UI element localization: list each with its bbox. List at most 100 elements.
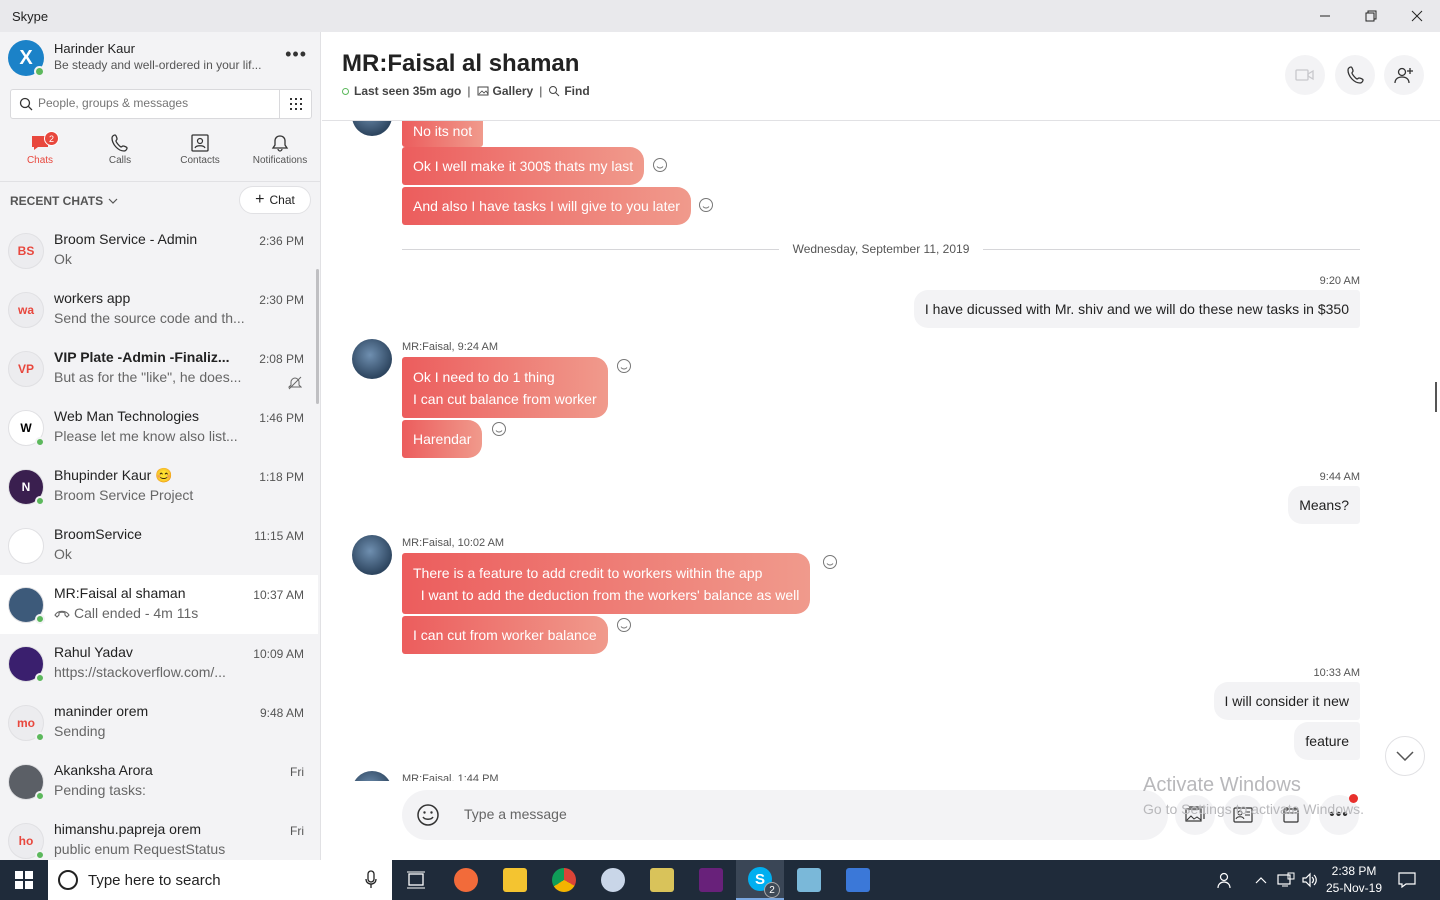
muted-bell-icon <box>288 376 302 390</box>
action-center-button[interactable] <box>1394 860 1420 900</box>
message-composer[interactable]: Type a message <box>402 790 1168 840</box>
close-button[interactable] <box>1394 0 1440 32</box>
chat-preview: Pending tasks: <box>54 782 264 798</box>
tab-chats-label: Chats <box>26 155 54 166</box>
profile-avatar[interactable]: X <box>8 40 45 77</box>
reaction-smiley-icon[interactable] <box>508 121 524 122</box>
message-bubble[interactable]: Ok I need to do 1 thing I can cut balanc… <box>402 357 608 418</box>
search-box[interactable] <box>10 89 312 119</box>
taskbar-app-paint[interactable] <box>589 860 637 900</box>
message-bubble[interactable]: Harendar <box>402 420 483 458</box>
tab-notifications[interactable]: Notifications <box>240 128 320 180</box>
gallery-link[interactable]: Gallery <box>493 84 534 98</box>
reaction-smiley-icon[interactable] <box>616 358 632 374</box>
message-text: feature <box>1305 733 1349 749</box>
recent-chats-header[interactable]: RECENT CHATS <box>10 194 118 208</box>
taskbar-app-tools[interactable] <box>638 860 686 900</box>
more-options-icon[interactable]: ••• <box>285 44 307 65</box>
chat-list-item[interactable]: VP VIP Plate -Admin -Finaliz... But as for… <box>0 339 318 398</box>
taskbar-app-postman[interactable] <box>442 860 490 900</box>
tools-icon <box>650 868 674 892</box>
minimize-button[interactable] <box>1302 0 1348 32</box>
chat-avatar: W <box>8 410 45 447</box>
chat-name: workers app <box>54 290 131 306</box>
sender-avatar[interactable] <box>352 121 392 136</box>
taskbar-app-explorer[interactable] <box>491 860 539 900</box>
maximize-button[interactable] <box>1348 0 1394 32</box>
chat-list-item[interactable]: BS Broom Service - Admin Ok 2:36 PM <box>0 221 318 280</box>
new-chat-button[interactable]: + Chat <box>239 186 311 214</box>
message-bubble[interactable]: No its not <box>402 121 484 147</box>
sender-avatar[interactable] <box>352 535 392 575</box>
network-icon[interactable] <box>1274 860 1298 900</box>
chat-time: 2:08 PM <box>259 352 304 366</box>
video-call-button[interactable] <box>1285 55 1325 95</box>
chat-preview: Ok <box>54 546 264 562</box>
show-hidden-icons-button[interactable] <box>1250 860 1272 900</box>
taskbar-app-chrome[interactable] <box>540 860 588 900</box>
new-chat-label: Chat <box>269 193 295 207</box>
chat-preview-text: Sending <box>54 723 106 739</box>
message-bubble-own[interactable]: I will consider it new <box>1213 682 1360 720</box>
sender-avatar[interactable] <box>352 339 392 379</box>
message-bubble[interactable]: Ok I well make it 300$ thats my last <box>402 147 645 185</box>
reaction-smiley-icon[interactable] <box>616 617 632 633</box>
chat-list-item[interactable]: MR:Faisal al shaman Call ended - 4m 11s 10… <box>0 575 318 634</box>
taskbar-app-notepad[interactable] <box>785 860 833 900</box>
message-bubble-own[interactable]: Means? <box>1288 486 1360 524</box>
scroll-to-bottom-button[interactable] <box>1385 736 1425 776</box>
tab-calls[interactable]: Calls <box>80 128 160 180</box>
taskbar-clock[interactable]: 2:38 PM 25-Nov-19 <box>1318 863 1390 897</box>
chat-list-item[interactable]: N Bhupinder Kaur 😊 Broom Service Project 1:… <box>0 457 318 516</box>
message-bubble-own[interactable]: I have dicussed with Mr. shiv and we wil… <box>913 290 1360 328</box>
conversation-title[interactable]: MR:Faisal al shaman <box>342 50 579 78</box>
start-button[interactable] <box>0 860 48 900</box>
task-view-button[interactable] <box>392 860 440 900</box>
message-input[interactable]: Type a message <box>464 806 567 822</box>
people-icon[interactable] <box>1212 860 1240 900</box>
taskbar-search[interactable]: Type here to search <box>48 860 392 900</box>
message-text: And also I have tasks I will give to you… <box>413 198 680 214</box>
taskbar-app-visual-studio[interactable] <box>687 860 735 900</box>
message-bubble-own[interactable]: feature <box>1294 722 1360 760</box>
profile-header[interactable]: X Harinder Kaur Be steady and well-order… <box>0 32 320 84</box>
chat-avatar: mo <box>8 705 45 742</box>
add-people-button[interactable] <box>1384 55 1424 95</box>
visual-studio-icon <box>699 868 723 892</box>
chat-list-item[interactable]: wa workers app Send the source code and th… <box>0 280 318 339</box>
reaction-smiley-icon[interactable] <box>491 421 507 437</box>
find-link[interactable]: Find <box>564 84 589 98</box>
profile-mood[interactable]: Be steady and well-ordered in your lif..… <box>54 58 269 72</box>
tab-chats[interactable]: 2 Chats <box>0 128 80 180</box>
chat-avatar-initials: BS <box>17 244 35 258</box>
reaction-smiley-icon[interactable] <box>822 554 838 570</box>
conversation-header: MR:Faisal al shaman Last seen 35m ago | … <box>322 32 1440 121</box>
chat-list-item[interactable]: Akanksha Arora Pending tasks: Fri <box>0 752 318 811</box>
message-text: Harendar <box>413 431 472 447</box>
taskbar-app-remote-desktop[interactable] <box>834 860 882 900</box>
message-bubble[interactable]: There is a feature to add credit to work… <box>402 553 811 614</box>
chat-list-item[interactable]: mo maninder orem Sending 9:48 AM <box>0 693 318 752</box>
chat-list-item[interactable]: Rahul Yadav https://stackoverflow.com/...… <box>0 634 318 693</box>
reaction-smiley-icon[interactable] <box>652 157 668 173</box>
reaction-smiley-icon[interactable] <box>698 197 714 213</box>
microphone-icon[interactable] <box>364 870 378 890</box>
dialpad-button[interactable] <box>279 90 311 118</box>
message-bubble[interactable]: And also I have tasks I will give to you… <box>402 187 691 225</box>
audio-call-button[interactable] <box>1335 55 1375 95</box>
emoji-icon[interactable] <box>416 803 440 827</box>
chat-list-item[interactable]: BroomService Ok 11:15 AM <box>0 516 318 575</box>
message-bubble[interactable]: I can cut from worker balance <box>402 616 608 654</box>
sender-avatar[interactable] <box>352 771 392 781</box>
chat-list-item[interactable]: ho himanshu.papreja orem public enum Requ… <box>0 811 318 860</box>
chat-name: Broom Service - Admin <box>54 231 198 247</box>
clock-time: 2:38 PM <box>1331 864 1377 878</box>
message-scrollbar[interactable] <box>1435 382 1437 412</box>
search-input[interactable] <box>38 96 278 110</box>
taskbar-app-skype[interactable]: S 2 <box>736 860 784 900</box>
video-camera-icon <box>1295 69 1314 81</box>
chat-list-item[interactable]: W Web Man Technologies Please let me know … <box>0 398 318 457</box>
tab-contacts[interactable]: Contacts <box>160 128 240 180</box>
sidebar-scrollbar[interactable] <box>316 269 319 404</box>
date-divider-label: Wednesday, September 11, 2019 <box>402 242 1360 256</box>
